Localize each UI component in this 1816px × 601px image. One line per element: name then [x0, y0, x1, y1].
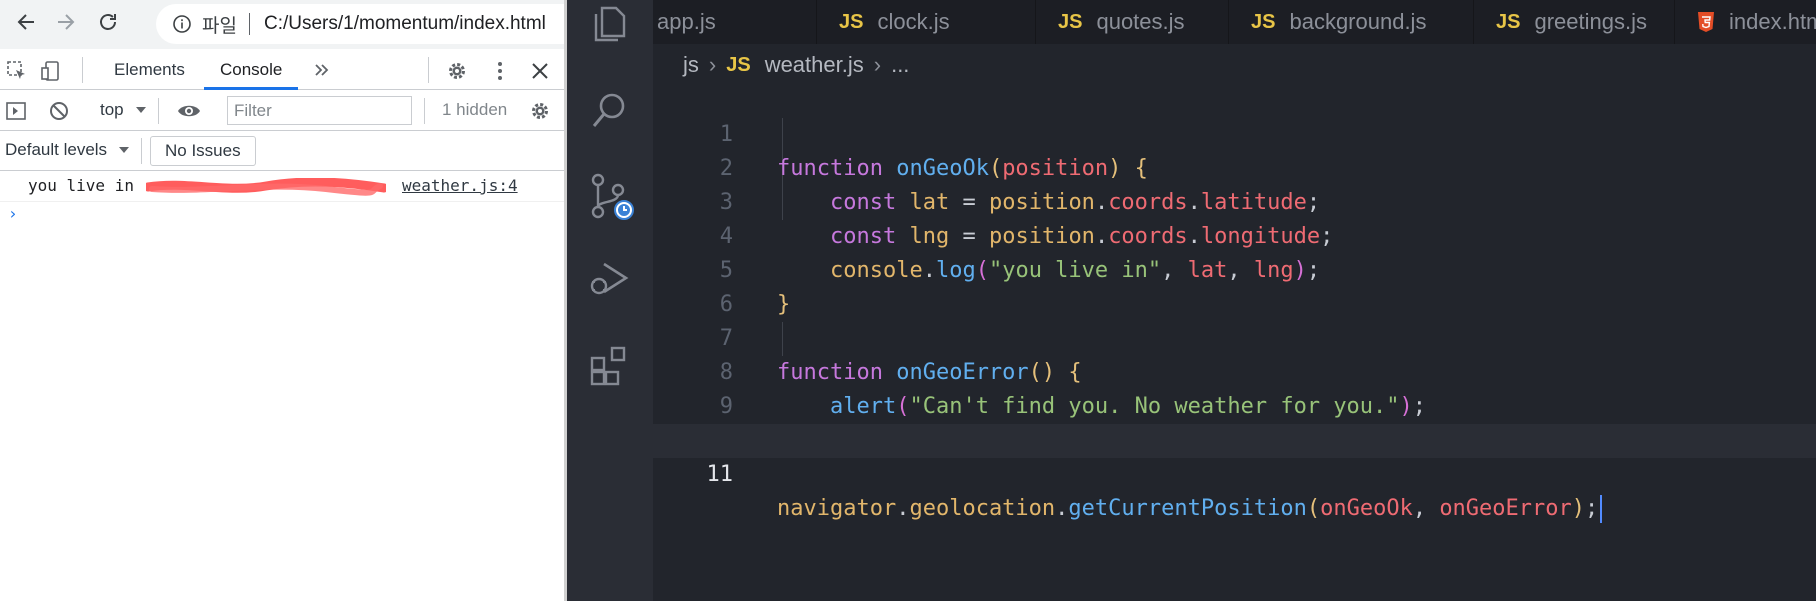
breadcrumb-folder[interactable]: js: [683, 52, 699, 78]
settings-gear-icon[interactable]: [446, 60, 468, 82]
chevron-right-icon: ›: [708, 52, 717, 77]
text-cursor: [1600, 495, 1603, 523]
code-line-active[interactable]: 11 navigator.geolocation.getCurrentPosit…: [653, 424, 1816, 523]
editor-tab-index-html[interactable]: index.html: [1675, 0, 1816, 44]
no-issues-button[interactable]: No Issues: [150, 136, 256, 166]
console-settings-gear-icon[interactable]: [529, 100, 551, 122]
editor-tab-label: quotes.js: [1096, 9, 1185, 34]
context-selector[interactable]: top: [100, 100, 124, 120]
hidden-count: 1 hidden: [442, 100, 508, 119]
code-line[interactable]: 8 alert("Can't find you. No weather for …: [653, 322, 1816, 419]
editor-tab-background-js[interactable]: JS background.js: [1229, 0, 1474, 44]
code-line[interactable]: 2 const lat = position.coords.latitude;: [653, 118, 1816, 215]
toolbar-divider: [424, 98, 425, 124]
protocol-label: 파일: [202, 15, 237, 37]
editor-tab-greetings-js[interactable]: JS greetings.js: [1474, 0, 1675, 44]
code-line[interactable]: 6: [653, 254, 1816, 317]
js-file-icon: JS: [1496, 10, 1521, 33]
explorer-icon[interactable]: [588, 2, 632, 46]
console-prompt-icon[interactable]: ›: [8, 204, 18, 223]
code-line[interactable]: 7 function onGeoError() {: [653, 288, 1816, 385]
line-number: 11: [706, 462, 734, 487]
js-file-icon: JS: [726, 53, 751, 76]
url-text[interactable]: C:/Users/1/momentum/index.html: [264, 13, 546, 35]
editor-tab-label: index.html: [1729, 9, 1816, 34]
chevron-right-icon: ›: [873, 52, 882, 77]
code-line[interactable]: 9 }: [653, 356, 1816, 453]
log-levels-selector[interactable]: Default levels: [5, 140, 107, 160]
js-file-icon: JS: [839, 10, 864, 33]
code-line[interactable]: 3 const lng = position.coords.longitude;: [653, 152, 1816, 249]
js-file-icon: JS: [1058, 10, 1083, 33]
back-icon[interactable]: [14, 10, 38, 34]
console-message-text: you live in: [28, 176, 134, 195]
console-levels-bar: Default levels No Issues: [0, 131, 566, 171]
code-text: navigator.geolocation.getCurrentPosition…: [777, 492, 1603, 526]
editor-tab-quotes-js[interactable]: JS quotes.js: [1036, 0, 1229, 44]
redaction-scribble: [146, 178, 386, 196]
toolbar-divider: [428, 57, 429, 83]
omnibox-divider: [248, 13, 250, 35]
toolbar-divider: [141, 138, 142, 164]
html5-icon: [1698, 12, 1714, 32]
chevron-down-icon[interactable]: [117, 143, 131, 157]
toolbar-divider: [82, 57, 83, 83]
inspect-element-icon[interactable]: [6, 60, 28, 82]
breadcrumb-file[interactable]: weather.js: [765, 52, 864, 78]
editor-tab-strip: app.js JS clock.js JS quotes.js JS backg…: [653, 0, 1816, 44]
close-icon[interactable]: [529, 60, 551, 82]
address-bar: 파일 C:/Users/1/momentum/index.html: [0, 0, 576, 49]
editor-tab-clock-js[interactable]: JS clock.js: [817, 0, 1036, 44]
kebab-menu-icon[interactable]: [489, 60, 511, 82]
info-icon[interactable]: [172, 14, 192, 34]
code-line[interactable]: 1 function onGeoOk(position) {: [653, 84, 1816, 181]
more-tabs-icon[interactable]: [311, 59, 333, 81]
extensions-icon[interactable]: [588, 344, 632, 388]
tab-console[interactable]: Console: [203, 50, 299, 90]
breadcrumb-symbol[interactable]: ...: [891, 52, 909, 78]
search-icon[interactable]: [588, 88, 632, 132]
clear-console-icon[interactable]: [48, 100, 70, 122]
js-file-icon: JS: [1251, 10, 1276, 33]
console-message: you live in weather.js:4: [0, 172, 566, 202]
editor-tab-label: greetings.js: [1534, 9, 1647, 34]
code-line[interactable]: 5 }: [653, 220, 1816, 317]
forward-icon[interactable]: [54, 10, 78, 34]
console-filter-bar: top 1 hidden: [0, 91, 566, 131]
console-source-link[interactable]: weather.js:4: [402, 176, 518, 195]
tab-elements[interactable]: Elements: [114, 50, 185, 90]
breadcrumb: js › JS weather.js › ...: [683, 50, 909, 80]
code-editor-window: app.js JS clock.js JS quotes.js JS backg…: [567, 0, 1816, 601]
device-toolbar-icon[interactable]: [40, 60, 62, 82]
editor-tab-label: app.js: [657, 9, 716, 34]
editor-tab-label: background.js: [1289, 9, 1427, 34]
reload-icon[interactable]: [96, 10, 120, 34]
editor-tab-app-js[interactable]: app.js: [653, 0, 817, 44]
source-control-icon[interactable]: [588, 172, 636, 224]
eye-icon[interactable]: [176, 100, 202, 122]
code-line[interactable]: 4 console.log("you live in", lat, lng);: [653, 186, 1816, 283]
sidebar-toggle-icon[interactable]: [5, 100, 27, 122]
browser-pane: 파일 C:/Users/1/momentum/index.html Elemen…: [0, 0, 576, 601]
toolbar-divider: [158, 98, 159, 124]
editor-tab-label: clock.js: [877, 9, 950, 34]
code-line[interactable]: 10: [653, 390, 1816, 453]
activity-bar: [567, 0, 653, 601]
omnibox[interactable]: 파일 C:/Users/1/momentum/index.html: [156, 4, 576, 44]
chevron-down-icon[interactable]: [134, 103, 148, 117]
run-debug-icon[interactable]: [588, 256, 632, 300]
devtools-toolbar: Elements Console: [0, 50, 566, 90]
filter-input[interactable]: [227, 96, 412, 125]
